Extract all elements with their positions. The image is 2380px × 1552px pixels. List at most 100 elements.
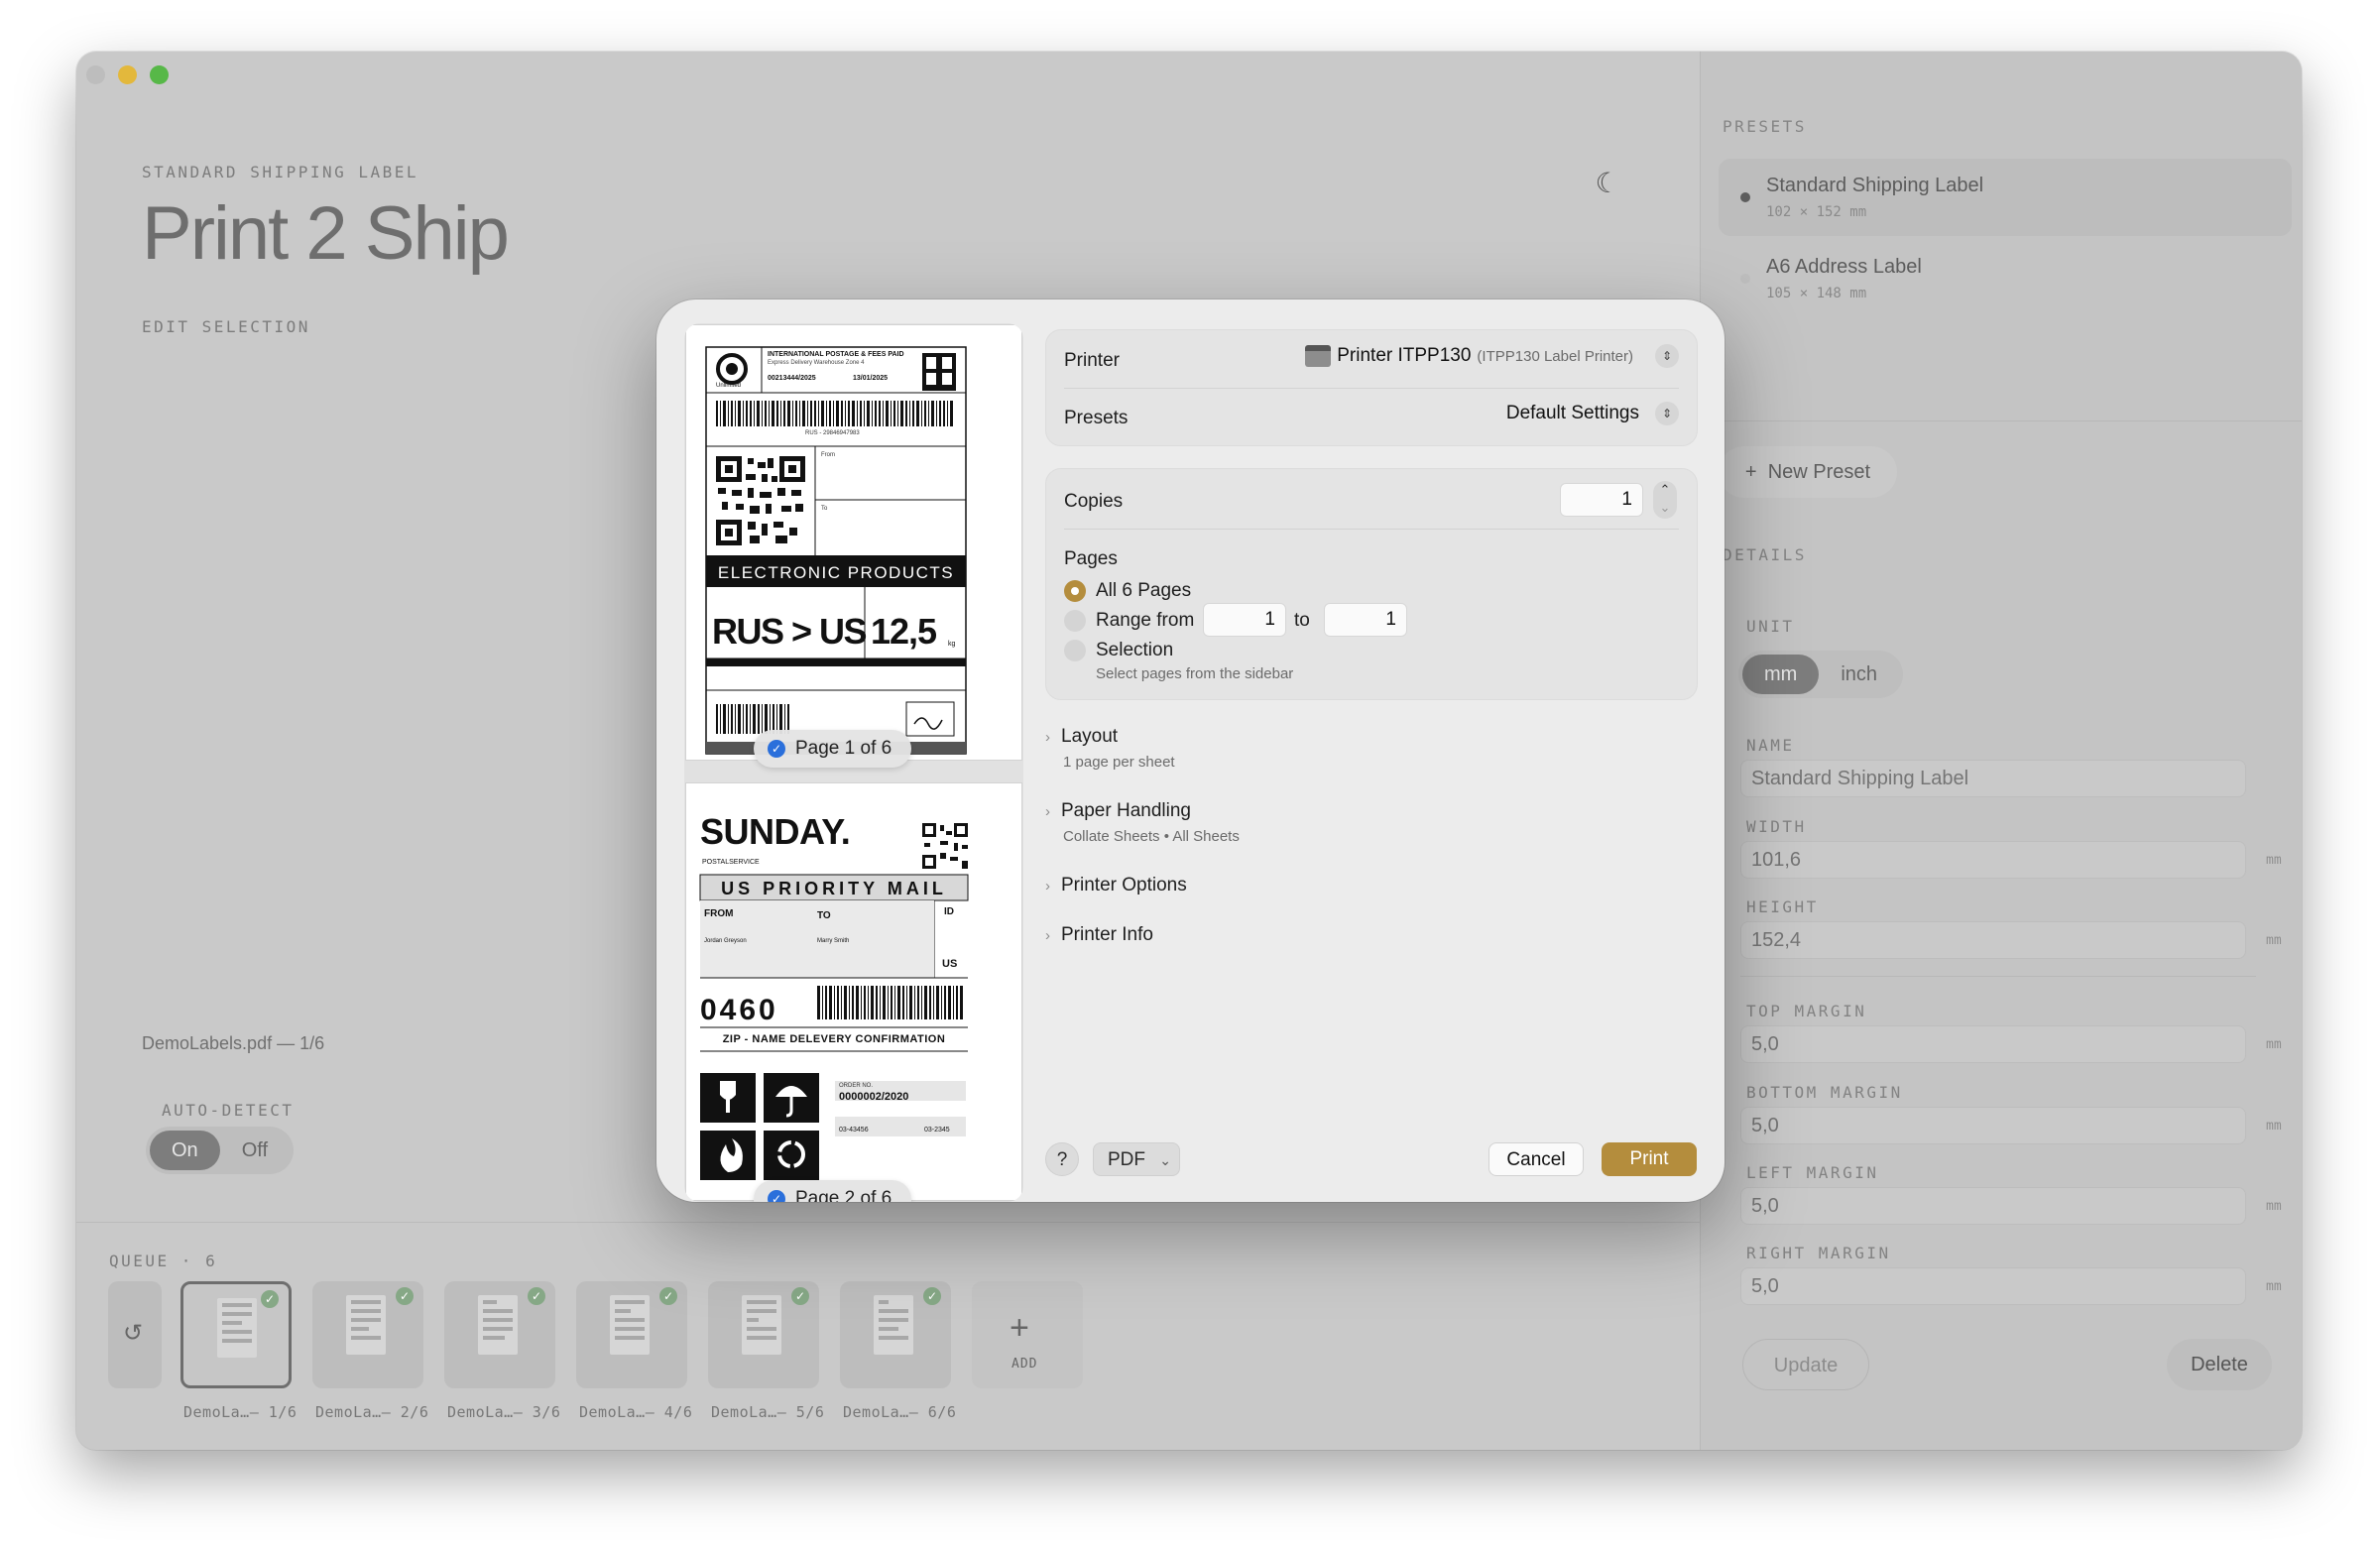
top-margin-field[interactable]: 5,0 — [1740, 1025, 2246, 1063]
layout-title: Layout — [1061, 726, 1119, 747]
delete-button[interactable]: Delete — [2167, 1339, 2272, 1390]
page-thumbnail — [610, 1295, 650, 1355]
help-button[interactable]: ? — [1045, 1142, 1079, 1176]
auto-detect-off[interactable]: Off — [220, 1131, 290, 1170]
checkmark-icon: ✓ — [768, 740, 785, 758]
label2-order-no: 0000002/2020 — [839, 1091, 909, 1103]
selection-hint: Select pages from the sidebar — [1096, 665, 1294, 682]
printer-select[interactable]: Printer ITPP130 (ITPP130 Label Printer) … — [1305, 344, 1679, 368]
label2-order-label: ORDER NO. — [839, 1083, 874, 1089]
presets-label: Presets — [1064, 408, 1129, 428]
rotate-button[interactable]: ↺ — [108, 1281, 162, 1388]
printer-name: Printer ITPP130 — [1337, 345, 1472, 366]
increment-icon[interactable]: ⌃ — [1653, 481, 1677, 499]
left-margin-field[interactable]: 5,0 — [1740, 1187, 2246, 1225]
zoom-window-button[interactable] — [150, 65, 169, 84]
decrement-icon[interactable]: ⌄ — [1653, 499, 1677, 517]
layout-section[interactable]: › Layout 1 page per sheet — [1045, 726, 1175, 771]
queue-item[interactable]: ✓ — [708, 1281, 819, 1388]
name-field[interactable]: Standard Shipping Label — [1740, 760, 2246, 797]
chevron-down-icon: ⌄ — [1159, 1152, 1171, 1168]
chevron-right-icon: › — [1045, 729, 1050, 746]
queue-label: QUEUE · 6 — [109, 1252, 218, 1270]
width-field[interactable]: 101,6 — [1740, 841, 2246, 879]
height-field[interactable]: 152,4 — [1740, 921, 2246, 959]
label2-confirmation: ZIP - NAME DELEVERY CONFIRMATION — [722, 1033, 946, 1045]
chevron-up-down-icon: ⇕ — [1655, 344, 1679, 368]
unit-suffix: mm — [2266, 933, 2282, 948]
bottom-margin-field[interactable]: 5,0 — [1740, 1107, 2246, 1144]
range-radio[interactable] — [1064, 610, 1086, 632]
preset-item-standard[interactable]: Standard Shipping Label 102 × 152 mm — [1719, 159, 2292, 236]
selection-radio[interactable] — [1064, 640, 1086, 661]
right-margin-label: RIGHT MARGIN — [1746, 1244, 1891, 1262]
preset-item-a6[interactable]: A6 Address Label 105 × 148 mm — [1719, 240, 2292, 317]
checkmark-icon: ✓ — [528, 1287, 545, 1305]
print-button[interactable]: Print — [1602, 1142, 1697, 1176]
divider — [1701, 420, 2302, 421]
queue-item[interactable]: ✓ — [576, 1281, 687, 1388]
right-margin-field[interactable]: 5,0 — [1740, 1267, 2246, 1305]
copies-input[interactable]: 1 — [1560, 483, 1643, 517]
page-thumbnail — [478, 1295, 518, 1355]
presets-select[interactable]: Default Settings ⇕ — [1506, 402, 1679, 425]
queue-item[interactable]: ✓ — [840, 1281, 951, 1388]
queue-item[interactable]: ✓ — [180, 1281, 292, 1388]
unit-mm[interactable]: mm — [1742, 655, 1820, 694]
copies-stepper[interactable]: ⌃ ⌄ — [1653, 481, 1677, 519]
paper-handling-section[interactable]: › Paper Handling Collate Sheets • All She… — [1045, 800, 1240, 845]
checkmark-icon: ✓ — [791, 1287, 809, 1305]
weight-unit: kg — [948, 641, 956, 648]
name-label: NAME — [1746, 736, 1795, 755]
label-order: 00213444/2025 — [768, 375, 816, 382]
dark-mode-toggle[interactable]: ☾ — [1584, 159, 1631, 206]
label2-sender: Jordan Greyson — [704, 938, 747, 944]
label2-recipient: Marry Smith — [817, 938, 850, 944]
unit-label: UNIT — [1746, 617, 1795, 636]
edit-selection-link[interactable]: EDIT SELECTION — [142, 317, 310, 336]
chevron-right-icon: › — [1045, 878, 1050, 895]
divider — [1740, 976, 2256, 977]
unit-suffix: mm — [2266, 1199, 2282, 1214]
label-brand: Unlimited — [716, 383, 742, 389]
selection-label: Selection — [1096, 640, 1174, 660]
printer-options-section[interactable]: › Printer Options — [1045, 875, 1187, 896]
width-label: WIDTH — [1746, 817, 1807, 836]
page-badge-2: ✓ Page 2 of 6 — [754, 1180, 912, 1202]
cancel-button[interactable]: Cancel — [1488, 1142, 1584, 1176]
checkmark-icon: ✓ — [923, 1287, 941, 1305]
print-dialog: INTERNATIONAL POSTAGE & FEES PAID Expres… — [656, 299, 1725, 1202]
pdf-menu-button[interactable]: PDF ⌄ — [1093, 1142, 1180, 1176]
chevron-up-down-icon: ⇕ — [1655, 402, 1679, 425]
close-window-button[interactable] — [86, 65, 105, 84]
page-preview-2[interactable]: SUNDAY. POSTALSERVICE US PRIORITY MAIL F… — [686, 783, 1021, 1200]
divider — [1064, 388, 1679, 389]
unit-inch[interactable]: inch — [1819, 655, 1899, 694]
new-preset-button[interactable]: + New Preset — [1719, 446, 1897, 498]
add-button[interactable]: + ADD — [972, 1281, 1083, 1388]
page-thumbnail — [874, 1295, 913, 1355]
route-text: RUS > US — [712, 611, 868, 652]
queue-item[interactable]: ✓ — [312, 1281, 423, 1388]
printer-info-section[interactable]: › Printer Info — [1045, 924, 1153, 946]
page-badge-label: Page 1 of 6 — [795, 738, 892, 759]
preset-sidebar: PRESETS Standard Shipping Label 102 × 15… — [1700, 52, 2302, 1450]
page-preview-1[interactable]: INTERNATIONAL POSTAGE & FEES PAID Expres… — [686, 325, 1021, 760]
copies-label: Copies — [1064, 491, 1124, 512]
queue-item[interactable]: ✓ — [444, 1281, 555, 1388]
left-margin-label: LEFT MARGIN — [1746, 1163, 1879, 1182]
presets-value: Default Settings — [1505, 403, 1639, 423]
minimize-window-button[interactable] — [118, 65, 137, 84]
update-button[interactable]: Update — [1742, 1339, 1869, 1390]
all-pages-radio[interactable] — [1064, 580, 1086, 602]
label2-from: FROM — [704, 908, 734, 919]
checkmark-icon: ✓ — [261, 1290, 279, 1308]
range-label: Range from — [1096, 610, 1195, 631]
label2-code: 0460 — [700, 994, 778, 1026]
page-preview-list[interactable]: INTERNATIONAL POSTAGE & FEES PAID Expres… — [684, 323, 1023, 1202]
range-end-input[interactable]: 1 — [1324, 603, 1407, 637]
add-label: ADD — [1012, 1357, 1038, 1372]
auto-detect-on[interactable]: On — [150, 1131, 220, 1170]
range-start-input[interactable]: 1 — [1203, 603, 1286, 637]
unit-toggle: mm inch — [1738, 651, 1904, 698]
